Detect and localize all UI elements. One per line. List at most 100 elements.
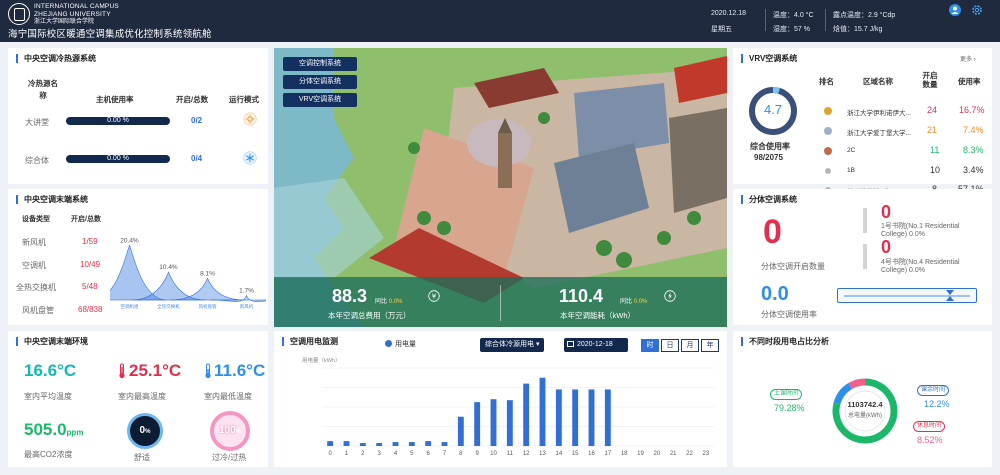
- ratio-total: 1103742.4: [847, 400, 883, 409]
- x-tick-label: 2: [361, 451, 365, 457]
- x-tick-label: 9: [475, 451, 479, 457]
- area-name: 浙江大学爱丁堡大学...: [847, 130, 911, 137]
- max-temp-label: 室内最高温度: [118, 392, 166, 401]
- snow-icon: [243, 151, 257, 167]
- x-tick-label: 16: [588, 451, 595, 457]
- open-count: 24: [927, 105, 938, 115]
- header-divider: [825, 9, 826, 31]
- annual-energy-change: 同比 0.0%: [620, 299, 648, 305]
- rest-time-pct: 8.52%: [917, 435, 943, 445]
- bar-hour-12: [523, 383, 530, 446]
- device-name: 全热交换机: [16, 283, 56, 292]
- bar-hour-8: [457, 416, 464, 446]
- open-count: 0/4: [191, 154, 203, 163]
- row-name: 大讲堂: [25, 118, 49, 127]
- building-name: 1号书院(No.1 Residential College) 0.0%: [881, 223, 960, 238]
- min-temp-value: 11.6°C: [214, 361, 266, 380]
- annual-cost-value: 88.3: [332, 286, 368, 306]
- brand-chinese: 浙江大学国际联合学院: [34, 19, 95, 25]
- header-temperature: 温度：4.0 °C: [773, 12, 814, 19]
- slice-休息时间: [848, 378, 866, 390]
- legend-spare-time: 课余时间: [917, 385, 949, 396]
- building-count: 0: [881, 202, 892, 222]
- yuan-icon: ¥: [428, 290, 440, 304]
- vrv-more-link[interactable]: 更多 ›: [960, 54, 976, 63]
- col-host-usage: 主机使用率: [96, 95, 134, 104]
- bar-hour-0: [327, 441, 334, 446]
- header-enthalpy: 焓值：15.7 J/kg: [833, 26, 883, 33]
- user-icon[interactable]: [949, 4, 961, 16]
- bar-hour-16: [588, 389, 595, 446]
- panel-title: 中央空调末端环境: [16, 337, 88, 346]
- building-name: 4号书院(No.4 Residential College) 0.0%: [881, 259, 960, 274]
- header-date: 2020.12.18: [711, 10, 747, 17]
- tab-year[interactable]: 年: [701, 339, 719, 352]
- min-temp-label: 室内最低温度: [204, 392, 252, 401]
- row-name: 综合体: [25, 156, 49, 165]
- x-tick-label: 4: [394, 451, 398, 457]
- date-picker[interactable]: 2020-12-18: [564, 338, 628, 352]
- overheat-label: 过冷/过热: [212, 453, 247, 462]
- device-count: 1/59: [82, 237, 98, 246]
- slider-handle-bottom[interactable]: [946, 296, 954, 301]
- col-device-type: 设备类型: [22, 216, 50, 223]
- x-tick-label: 11: [507, 451, 514, 457]
- panel-title: 分体空调系统: [741, 195, 797, 204]
- area-name: 1B: [847, 167, 855, 174]
- bar-hour-15: [572, 389, 579, 446]
- peak-label: 8.1%: [200, 270, 215, 277]
- x-tick-label: 14: [555, 451, 562, 457]
- annual-cost-change: 同比 0.0%: [375, 299, 403, 305]
- split-usage-label: 分体空调使用率: [761, 310, 817, 319]
- device-count: 5/48: [82, 282, 98, 291]
- category-label: 空调机组: [121, 303, 139, 310]
- legend-dot: [385, 340, 392, 347]
- split-ac-panel: 分体空调系统 0 分体空调开启数量 0.0 分体空调使用率 0 1号书院(No.…: [733, 189, 992, 325]
- x-tick-label: 21: [670, 451, 677, 457]
- tab-month[interactable]: 月: [681, 339, 699, 352]
- split-open-count: 0: [763, 213, 782, 251]
- tab-hour[interactable]: 时: [641, 339, 659, 352]
- tab-day[interactable]: 日: [661, 339, 679, 352]
- bronze-medal-icon: [824, 147, 832, 155]
- avg-temp-value: 16.6°C: [24, 361, 77, 380]
- area-name: 浙江大学伊利诺伊大...: [847, 110, 911, 117]
- menu-vrv-ac[interactable]: VRV空调系统: [283, 93, 357, 107]
- x-tick-label: 3: [377, 451, 381, 457]
- bar-hour-2: [359, 443, 366, 446]
- legend-rest-time: 休息时间: [913, 421, 945, 432]
- usage-rate: 7.4%: [963, 125, 984, 135]
- col-rank: 排名: [819, 77, 834, 86]
- vrv-usage-label: 综合使用率: [750, 142, 790, 151]
- app-title: 海宁国际校区暖通空调集成优化控制系统领航舱: [8, 29, 212, 40]
- university-logo: [8, 3, 30, 25]
- x-tick-label: 23: [702, 451, 709, 457]
- header-humidity: 湿度：57 %: [773, 26, 810, 33]
- thermometer-hot-icon: [118, 363, 126, 381]
- menu-split-ac[interactable]: 分体空调系统: [283, 75, 357, 89]
- usage-slider[interactable]: [837, 288, 977, 303]
- thermometer-cold-icon: [204, 363, 212, 381]
- vrv-usage-value: 4.7: [763, 102, 783, 117]
- category-label: 新风机: [240, 303, 254, 310]
- bar-hour-3: [376, 443, 383, 446]
- meter-dropdown[interactable]: 综合体冷源用电 ▾: [480, 338, 545, 352]
- panel-title: 空调用电监测: [282, 337, 338, 346]
- device-name: 空调机: [22, 261, 46, 270]
- device-name: 风机盘管: [22, 306, 54, 315]
- menu-ac-control[interactable]: 空调控制系统: [283, 57, 357, 71]
- ratio-total-label: 总电量(kWh): [848, 413, 882, 419]
- col-area: 区域名称: [863, 77, 893, 86]
- x-tick-label: 1: [345, 451, 349, 457]
- settings-icon[interactable]: [971, 4, 983, 16]
- terminal-panel: 中央空调末端系统 设备类型 开启/总数 新风机 1/59 空调机 10/49 全…: [8, 189, 268, 325]
- slider-handle-top[interactable]: [946, 290, 954, 295]
- col-open-total: 开启/总数: [71, 216, 101, 223]
- y-axis-label: 用电量（kWh）: [302, 356, 341, 364]
- device-name: 新风机: [22, 238, 46, 247]
- open-count: 11: [930, 145, 940, 155]
- col-run-mode: 运行模式: [229, 95, 259, 104]
- bar-hour-1: [343, 441, 350, 446]
- max-temp-value: 25.1°C: [129, 361, 182, 380]
- vrv-usage-count: 98/2075: [754, 153, 783, 162]
